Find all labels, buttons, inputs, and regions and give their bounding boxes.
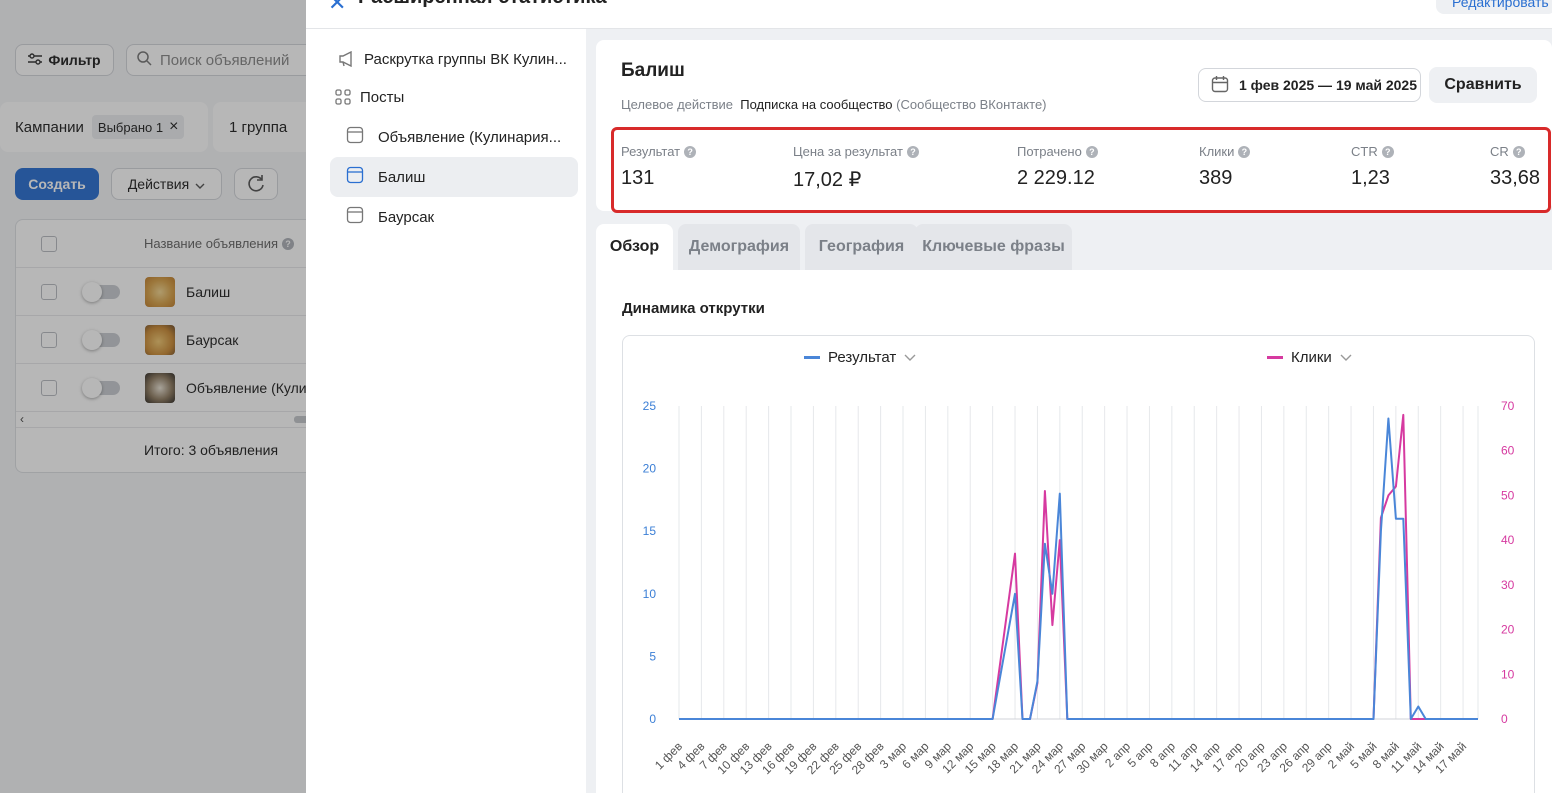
y-right-tick-label: 40 (1501, 533, 1515, 547)
y-right-tick-label: 10 (1501, 667, 1515, 681)
series-line-clicks (679, 413, 1478, 720)
y-right-tick-label: 30 (1501, 578, 1515, 592)
y-right-tick-label: 70 (1501, 399, 1515, 413)
y-left-tick-label: 25 (643, 399, 657, 413)
y-left-tick-label: 5 (649, 649, 656, 663)
y-right-tick-label: 20 (1501, 623, 1515, 637)
y-right-tick-label: 50 (1501, 488, 1515, 502)
y-left-tick-label: 0 (649, 712, 656, 726)
y-left-tick-label: 20 (643, 462, 657, 476)
line-chart: 1 фев4 фев7 фев10 фев13 фев16 фев19 фев2… (643, 399, 1515, 777)
series-line-result (679, 417, 1478, 720)
y-left-tick-label: 15 (643, 524, 657, 538)
y-right-tick-label: 60 (1501, 444, 1515, 458)
y-left-tick-label: 10 (643, 587, 657, 601)
y-right-tick-label: 0 (1501, 712, 1508, 726)
